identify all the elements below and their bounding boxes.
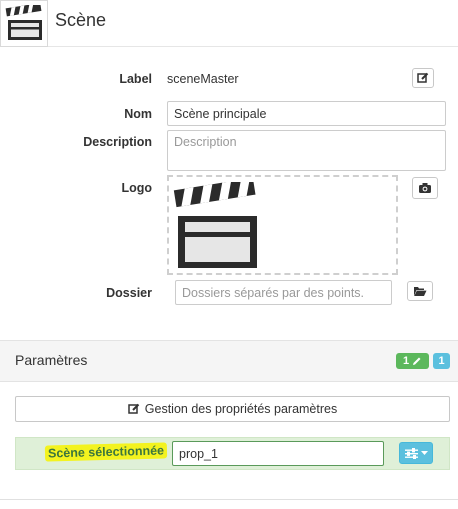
clapperboard-icon	[5, 5, 42, 40]
browse-folder-button[interactable]	[407, 281, 433, 301]
label-field-label: Label	[119, 72, 152, 86]
dossier-field-label: Dossier	[106, 286, 152, 300]
sliders-icon	[404, 447, 418, 459]
dossier-input[interactable]	[175, 280, 392, 305]
edit-icon	[128, 403, 139, 414]
page-title: Scène	[55, 10, 107, 30]
selected-scene-input[interactable]	[172, 441, 384, 466]
bottom-divider	[0, 499, 458, 500]
logo-dropzone[interactable]	[167, 175, 398, 275]
selected-scene-label: Scène sélectionnée	[44, 442, 168, 462]
header-icon-box	[0, 0, 48, 47]
description-field-label: Description	[83, 135, 152, 149]
edit-count-badge[interactable]: 1	[396, 353, 429, 369]
label-value: sceneMaster	[167, 72, 239, 86]
manage-button-label: Gestion des propriétés paramètres	[144, 402, 338, 416]
count-badge-value: 1	[438, 355, 445, 367]
caret-down-icon	[420, 451, 428, 455]
property-picker-dropdown-button[interactable]	[399, 442, 433, 464]
edit-count-value: 1	[402, 355, 410, 367]
upload-logo-button[interactable]	[412, 177, 438, 199]
logo-field-label: Logo	[121, 181, 152, 195]
folder-open-icon	[414, 286, 427, 296]
description-textarea[interactable]	[167, 130, 446, 171]
count-badge: 1	[433, 353, 450, 369]
edit-label-button[interactable]	[412, 68, 434, 88]
clapperboard-icon	[173, 182, 257, 268]
pencil-icon	[413, 357, 421, 365]
parametres-title: Paramètres	[15, 352, 88, 368]
camera-icon	[419, 183, 431, 193]
edit-icon	[417, 72, 429, 83]
nom-input[interactable]	[167, 101, 446, 126]
nom-field-label: Nom	[124, 107, 152, 121]
manage-parameter-properties-button[interactable]: Gestion des propriétés paramètres	[15, 396, 450, 422]
